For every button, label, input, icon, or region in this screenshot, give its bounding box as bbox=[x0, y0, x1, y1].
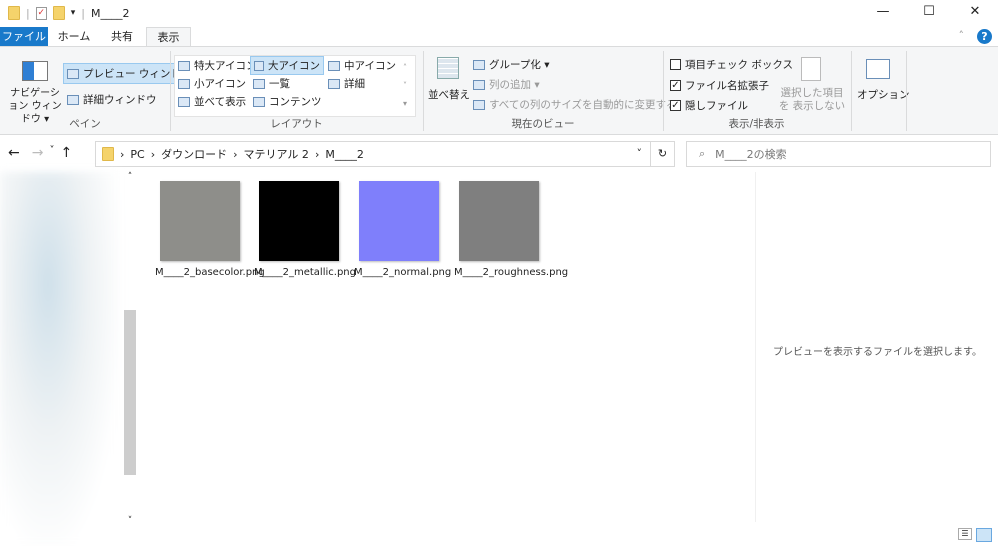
preview-pane-icon bbox=[67, 68, 79, 79]
folder-icon bbox=[102, 147, 114, 161]
customize-chevron-icon[interactable]: ▾ bbox=[71, 8, 76, 18]
hide-selected-button[interactable]: 選択した項目を 表示しない bbox=[776, 87, 848, 113]
address-dropdown[interactable]: ˅ bbox=[637, 147, 643, 160]
forward-button[interactable]: → bbox=[32, 145, 44, 161]
layout-content[interactable]: コンテンツ bbox=[253, 94, 322, 109]
ribbon-tabs: ファイル ホーム 共有 表示 ˄ ? bbox=[0, 27, 998, 48]
fit-columns-button[interactable]: すべての列のサイズを自動的に変更する bbox=[473, 97, 677, 112]
up-button[interactable]: ↑ bbox=[60, 145, 72, 161]
maximize-button[interactable]: ☐ bbox=[906, 4, 952, 19]
breadcrumb-downloads[interactable]: ダウンロード bbox=[161, 146, 227, 162]
details-pane-button[interactable]: 詳細ウィンドウ bbox=[67, 92, 157, 107]
refresh-button[interactable]: ↻ bbox=[650, 142, 674, 166]
file-name[interactable]: M____2_roughness.png bbox=[454, 266, 568, 280]
breadcrumb-current[interactable]: M____2 bbox=[325, 148, 364, 161]
add-columns-button[interactable]: 列の追加 ▾ bbox=[473, 77, 540, 92]
current-view-group-label: 現在のビュー bbox=[511, 118, 575, 130]
details-pane-label: 詳細ウィンドウ bbox=[83, 94, 157, 106]
new-folder-icon[interactable] bbox=[52, 6, 65, 20]
tab-view[interactable]: 表示 bbox=[146, 27, 191, 48]
collapse-ribbon-icon[interactable]: ˄ bbox=[959, 29, 965, 42]
ribbon: ナビゲーション ウィンドウ ▾ プレビュー ウィンドウ 詳細ウィンドウ ペイン … bbox=[0, 46, 998, 135]
item-checkbox-toggle[interactable]: 項目チェック ボックス bbox=[670, 57, 793, 72]
quick-access-toolbar: | ✓ ▾ | M____2 bbox=[8, 6, 129, 20]
search-input[interactable]: M____2の検索 bbox=[715, 146, 787, 162]
search-icon: ⌕ bbox=[699, 147, 706, 160]
pane-group-label: ペイン bbox=[69, 118, 101, 130]
folder-icon bbox=[8, 6, 20, 20]
tab-share[interactable]: 共有 bbox=[100, 27, 144, 47]
layout-tiles[interactable]: 並べて表示 bbox=[178, 94, 246, 109]
properties-icon[interactable]: ✓ bbox=[35, 6, 47, 20]
hide-selected-icon bbox=[801, 57, 821, 81]
file-thumbnail-metallic[interactable] bbox=[259, 181, 339, 261]
close-button[interactable]: ✕ bbox=[952, 4, 998, 19]
sort-button[interactable]: 並べ替え bbox=[428, 87, 470, 102]
layout-list[interactable]: 一覧 bbox=[253, 76, 290, 91]
navigation-pane[interactable] bbox=[0, 172, 120, 546]
help-icon[interactable]: ? bbox=[977, 29, 992, 44]
recent-locations-button[interactable]: ˅ bbox=[49, 145, 54, 161]
layout-extra-large-icons[interactable]: 特大アイコン bbox=[178, 58, 256, 73]
tab-home[interactable]: ホーム bbox=[52, 27, 96, 47]
scrollbar-thumb[interactable] bbox=[124, 310, 136, 475]
show-hide-group-label: 表示/非表示 bbox=[728, 118, 785, 130]
layout-small-icons[interactable]: 小アイコン bbox=[178, 76, 246, 91]
sort-icon bbox=[437, 57, 459, 79]
group-by-button[interactable]: グループ化 ▾ bbox=[473, 57, 549, 72]
minimize-button[interactable]: — bbox=[860, 4, 906, 19]
navigation-pane-icon bbox=[22, 61, 48, 81]
nav-scrollbar[interactable]: ˄ ˅ bbox=[122, 172, 138, 526]
options-button[interactable]: オプション bbox=[857, 87, 910, 102]
layout-medium-icons[interactable]: 中アイコン bbox=[328, 58, 396, 73]
layout-details[interactable]: 詳細 bbox=[328, 76, 365, 91]
layout-large-icons[interactable]: 大アイコン bbox=[250, 56, 324, 75]
file-thumbnail-normal[interactable] bbox=[359, 181, 439, 261]
back-button[interactable]: ← bbox=[8, 145, 20, 161]
file-name[interactable]: M____2_normal.png bbox=[354, 266, 451, 280]
tab-file[interactable]: ファイル bbox=[0, 27, 48, 47]
address-bar[interactable]: › PC › ダウンロード › マテリアル 2 › M____2 ˅ ↻ bbox=[95, 141, 675, 167]
preview-message: プレビューを表示するファイルを選択します。 bbox=[773, 347, 982, 358]
details-view-icon[interactable]: ☰ bbox=[958, 528, 972, 540]
layout-group-label: レイアウト bbox=[270, 118, 323, 130]
breadcrumb-material2[interactable]: マテリアル 2 bbox=[244, 146, 309, 162]
hidden-files-toggle[interactable]: ✓ 隠しファイル bbox=[670, 98, 748, 113]
window-title: M____2 bbox=[90, 6, 130, 20]
layout-scroll[interactable]: ˄ ˅ ▾ bbox=[403, 59, 407, 113]
file-thumbnail-basecolor[interactable] bbox=[160, 181, 240, 261]
options-icon bbox=[866, 59, 890, 79]
file-extension-toggle[interactable]: ✓ ファイル名拡張子 bbox=[670, 78, 769, 93]
search-box[interactable]: ⌕ M____2の検索 bbox=[686, 141, 991, 167]
breadcrumb-pc[interactable]: PC bbox=[130, 148, 144, 161]
preview-pane: プレビューを表示するファイルを選択します。 bbox=[755, 172, 998, 522]
large-icons-view-icon[interactable] bbox=[976, 528, 992, 542]
file-name[interactable]: M____2_metallic.png bbox=[254, 266, 356, 280]
file-thumbnail-roughness[interactable] bbox=[459, 181, 539, 261]
details-pane-icon bbox=[67, 94, 79, 105]
file-name[interactable]: M____2_basecolor.png bbox=[155, 266, 265, 280]
